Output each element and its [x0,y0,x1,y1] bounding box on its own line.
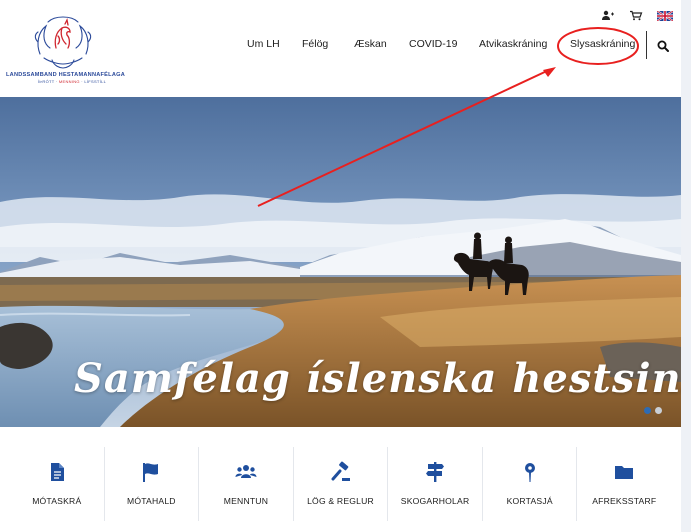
hero-title: Samfélag íslenska hestsins [74,355,681,402]
page-scrollbar[interactable] [681,0,691,532]
quick-link-label: AFREKSSTARF [592,496,657,506]
search-icon[interactable] [657,40,669,52]
uk-flag-icon[interactable] [657,10,673,21]
quick-link-menntun[interactable]: MENNTUN [199,447,294,521]
nav-item-slysaskraning[interactable]: Slysaskráning [570,38,635,50]
map-pin-icon [524,463,535,482]
quick-link-label: LÖG & REGLUR [307,496,374,506]
quick-link-label: MENNTUN [223,496,269,506]
site-header: LANDSSAMBAND HESTAMANNAFÉLAGA ÍÞRÓTT · M… [0,0,681,97]
nav-item-aeskan[interactable]: Æskan [354,38,387,50]
quick-link-label: MÓTASKRÁ [32,496,82,506]
gavel-icon [331,461,350,481]
logo-tagline-life: · LÍFSSTÍLL [79,79,107,84]
quick-link-skogarholar[interactable]: SKOGARHOLAR [388,447,483,521]
nav-divider [646,31,647,59]
slider-dot-2[interactable] [655,407,662,414]
slider-dot-1[interactable] [644,407,651,414]
flag-icon [143,463,159,482]
nav-item-felog[interactable]: Félög [302,38,328,50]
quick-link-motahald[interactable]: MÓTAHALD [105,447,200,521]
slider-dots [644,407,662,414]
horse-emblem-icon [34,16,92,69]
nav-item-atvikaskraning[interactable]: Atvikaskráning [479,38,547,50]
nav-item-covid-19[interactable]: COVID-19 [409,38,457,50]
document-icon [50,463,64,481]
logo-name: LANDSSAMBAND HESTAMANNAFÉLAGA [6,72,126,78]
quick-link-label: SKOGARHOLAR [400,496,470,506]
site-logo[interactable]: LANDSSAMBAND HESTAMANNAFÉLAGA ÍÞRÓTT · M… [4,14,128,84]
quick-link-label: KORTASJÁ [506,496,553,506]
quick-link-kortasja[interactable]: KORTASJÁ [483,447,578,521]
quick-link-label: MÓTAHALD [127,496,176,506]
cart-icon[interactable] [629,10,643,21]
user-icon[interactable] [601,10,615,21]
quick-link-afreksstarf[interactable]: AFREKSSTARF [577,447,671,521]
folder-icon [615,466,634,479]
quick-link-motaskra[interactable]: MÓTASKRÁ [10,447,105,521]
hero-banner[interactable]: Samfélag íslenska hestsins [0,97,681,427]
signpost-icon [426,462,445,482]
logo-tagline: ÍÞRÓTT · MENNING · LÍFSSTÍLL [38,79,106,84]
users-icon [235,465,257,478]
page: LANDSSAMBAND HESTAMANNAFÉLAGA ÍÞRÓTT · M… [0,0,681,532]
nav-item-um-lh[interactable]: Um LH [247,38,280,50]
quick-link-log-reglur[interactable]: LÖG & REGLUR [294,447,389,521]
logo-tagline-sport: ÍÞRÓTT · [38,79,59,84]
utility-bar [601,10,673,21]
quick-links: MÓTASKRÁ MÓTAHALD MENNTUN LÖG & REGLUR S… [10,447,671,521]
logo-tagline-culture: MENNING [58,79,80,84]
